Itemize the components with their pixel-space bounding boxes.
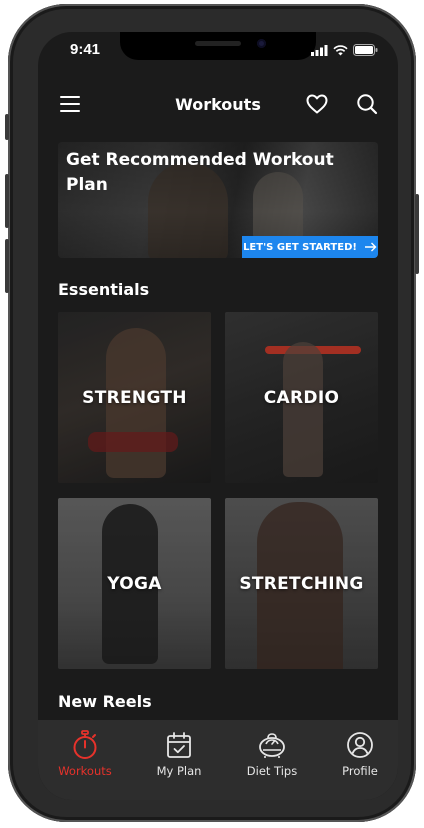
camera [257,39,266,48]
profile-icon [347,732,373,758]
tab-label: My Plan [156,764,202,778]
tab-diet-tips[interactable]: Diet Tips [227,730,317,778]
new-reels-heading: New Reels [58,692,152,711]
category-card-cardio[interactable]: CARDIO [225,312,378,483]
app-screen: 9:41 Workouts Get Recommended Workout Pl… [38,32,398,800]
phone-frame: 9:41 Workouts Get Recommended Workout Pl… [5,4,419,822]
status-icons [311,44,378,56]
heart-icon[interactable] [305,92,329,116]
recommended-plan-banner[interactable]: Get Recommended Workout Plan LET'S GET S… [58,142,378,258]
search-icon[interactable] [355,92,379,116]
page-title: Workouts [175,95,261,114]
speaker [195,41,241,46]
volume-down-button [5,239,9,293]
status-time: 9:41 [70,41,101,58]
category-label: STRENGTH [82,387,187,408]
tab-label: Diet Tips [246,764,298,778]
tab-profile[interactable]: Profile [315,730,398,778]
notch [120,32,316,60]
tab-label: Workouts [58,764,112,778]
get-started-button[interactable]: LET'S GET STARTED! [242,236,378,258]
mute-switch [5,114,9,140]
calendar-check-icon [167,732,191,758]
battery-icon [353,44,378,56]
tab-workouts[interactable]: Workouts [40,730,130,778]
banner-title: Get Recommended Workout Plan [66,150,334,195]
volume-up-button [5,174,9,228]
signal-icon [311,44,328,56]
category-card-yoga[interactable]: YOGA [58,498,211,669]
stopwatch-icon [73,730,97,759]
tab-label: Profile [342,764,378,778]
category-label: CARDIO [263,387,340,408]
bottom-tab-bar: Workouts My Plan Diet Tips Profile [38,720,398,800]
scale-icon [259,733,285,758]
tab-my-plan[interactable]: My Plan [134,730,224,778]
category-label: STRETCHING [239,573,364,594]
get-started-label: LET'S GET STARTED! [243,241,357,253]
essentials-heading: Essentials [58,280,150,299]
wifi-icon [333,44,348,55]
category-card-strength[interactable]: STRENGTH [58,312,211,483]
arrow-right-icon [364,242,377,252]
top-app-bar: Workouts [38,82,398,128]
category-card-stretching[interactable]: STRETCHING [225,498,378,669]
category-label: YOGA [107,573,162,594]
power-button [415,194,419,274]
